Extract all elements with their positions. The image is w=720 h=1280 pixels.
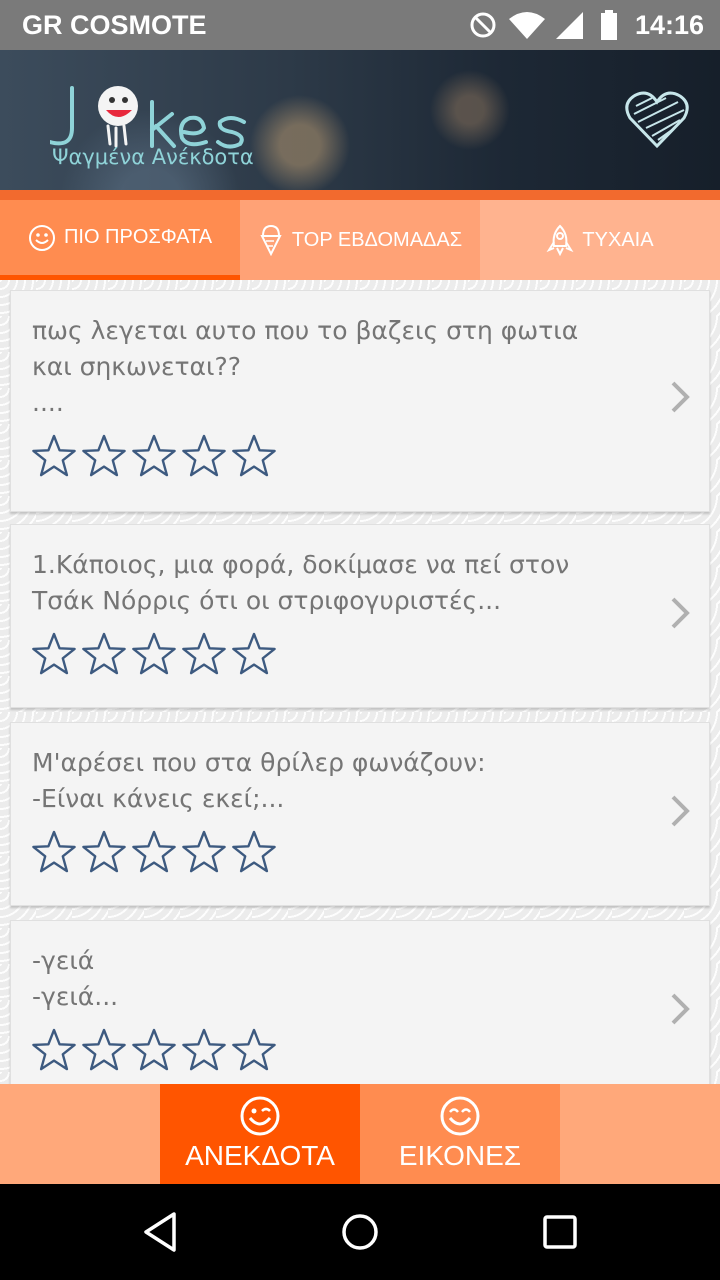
rocket-icon <box>546 224 574 256</box>
back-icon[interactable] <box>140 1208 180 1256</box>
star-icon[interactable] <box>131 829 177 875</box>
jokes-list[interactable]: πως λεγεται αυτο που το βαζεις στη φωτια… <box>0 280 720 1084</box>
chevron-right-icon[interactable] <box>665 379 695 415</box>
star-icon[interactable] <box>31 1027 77 1073</box>
rating-stars[interactable] <box>31 829 277 875</box>
star-icon[interactable] <box>31 631 77 677</box>
rating-stars[interactable] <box>31 433 277 479</box>
carrier-name: GR COSMOTE <box>22 10 207 40</box>
joke-text: -γειά -γειά... <box>32 946 119 1011</box>
chevron-right-icon[interactable] <box>665 991 695 1027</box>
joke-text: Μ'αρέσει που στα θρίλερ φωνάζουν: -Είναι… <box>32 748 486 813</box>
bottom-tab-images-label: ΕΙΚΟΝΕΣ <box>398 1140 522 1171</box>
joke-card[interactable]: 1.Κάποιος, μια φορά, δοκίμασε να πεί στο… <box>10 524 710 708</box>
status-bar: GR COSMOTE 14:16 <box>0 0 720 50</box>
star-icon[interactable] <box>131 631 177 677</box>
smiley-icon <box>28 224 55 251</box>
tab-top-week[interactable]: TOP ΕΒΔΟΜΑΔΑΣ <box>240 200 480 280</box>
star-icon[interactable] <box>81 631 127 677</box>
home-icon[interactable] <box>338 1208 382 1256</box>
wink-face-icon <box>240 1096 280 1136</box>
star-icon[interactable] <box>131 1027 177 1073</box>
chevron-right-icon[interactable] <box>665 793 695 829</box>
wifi-icon <box>509 12 545 39</box>
star-icon[interactable] <box>31 433 77 479</box>
star-icon[interactable] <box>181 433 227 479</box>
star-icon[interactable] <box>31 829 77 875</box>
star-icon[interactable] <box>231 631 277 677</box>
bottom-tab-jokes[interactable]: ΑΝΕΚΔΟΤΑ <box>160 1084 360 1184</box>
app-subtitle: Ψαγμένα Ανέκδοτα <box>52 145 254 169</box>
star-icon[interactable] <box>81 433 127 479</box>
tab-random-label: ΤΥΧΑΙΑ <box>582 228 654 251</box>
joke-text: 1.Κάποιος, μια φορά, δοκίμασε να πεί στο… <box>32 550 570 615</box>
star-icon[interactable] <box>81 1027 127 1073</box>
battery-icon <box>601 10 617 40</box>
star-icon[interactable] <box>231 829 277 875</box>
joke-card[interactable]: -γειά -γειά... <box>10 920 710 1084</box>
star-icon[interactable] <box>231 433 277 479</box>
ice-cream-icon <box>260 224 282 256</box>
star-icon[interactable] <box>181 1027 227 1073</box>
signal-icon <box>556 12 583 39</box>
bottom-tab-jokes-label: ΑΝΕΚΔΟΤΑ <box>185 1140 335 1171</box>
star-icon[interactable] <box>81 829 127 875</box>
tab-random[interactable]: ΤΥΧΑΙΑ <box>480 200 720 280</box>
app-header: Ψαγμένα Ανέκδοτα <box>0 50 720 190</box>
system-navigation-bar <box>0 1184 720 1280</box>
header-accent-strip <box>0 190 720 200</box>
star-icon[interactable] <box>131 433 177 479</box>
star-icon[interactable] <box>231 1027 277 1073</box>
tab-top-week-label: TOP ΕΒΔΟΜΑΔΑΣ <box>291 228 463 251</box>
bottom-tab-images[interactable]: ΕΙΚΟΝΕΣ <box>360 1084 560 1184</box>
tab-latest-label: ΠΙΟ ΠΡΟΣΦΑΤΑ <box>63 226 213 248</box>
do-not-disturb-icon <box>470 12 496 38</box>
category-tabs: ΠΙΟ ΠΡΟΣΦΑΤΑ TOP ΕΒΔΟΜΑΔΑΣ ΤΥΧΑΙΑ <box>0 200 720 280</box>
chevron-right-icon[interactable] <box>665 595 695 631</box>
heart-icon[interactable] <box>624 88 690 150</box>
star-icon[interactable] <box>181 631 227 677</box>
joke-card[interactable]: Μ'αρέσει που στα θρίλερ φωνάζουν: -Είναι… <box>10 722 710 906</box>
recent-apps-icon[interactable] <box>540 1208 580 1256</box>
star-icon[interactable] <box>181 829 227 875</box>
joke-text: πως λεγεται αυτο που το βαζεις στη φωτια… <box>32 316 579 417</box>
tab-latest[interactable]: ΠΙΟ ΠΡΟΣΦΑΤΑ <box>0 200 240 280</box>
bottom-navigation: ΑΝΕΚΔΟΤΑ ΕΙΚΟΝΕΣ <box>0 1084 720 1184</box>
joke-card[interactable]: πως λεγεται αυτο που το βαζεις στη φωτια… <box>10 290 710 512</box>
clock: 14:16 <box>634 10 704 40</box>
happy-face-icon <box>440 1096 480 1136</box>
rating-stars[interactable] <box>31 1027 277 1073</box>
rating-stars[interactable] <box>31 631 277 677</box>
